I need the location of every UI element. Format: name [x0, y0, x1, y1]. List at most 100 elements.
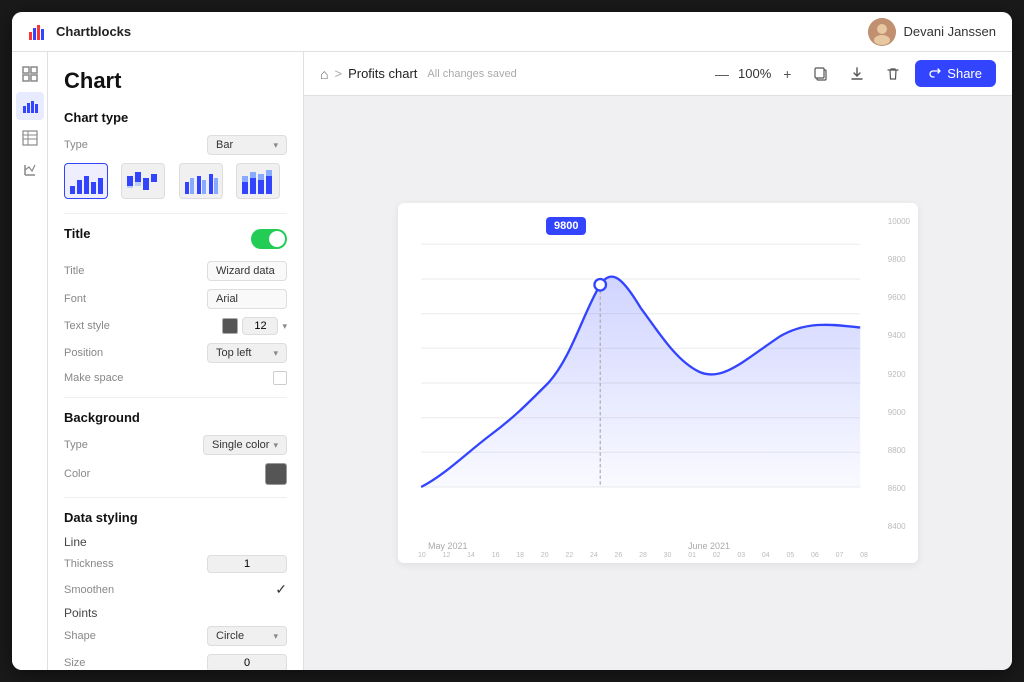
- chart-canvas: 9800 10000 9800 9600 9400 9200 9000 8800…: [398, 203, 918, 563]
- zoom-out-button[interactable]: —: [710, 62, 734, 86]
- y-label-9200: 9200: [888, 370, 910, 379]
- type-field-label: Type: [64, 139, 88, 151]
- month-may-label: May 2021: [428, 541, 468, 551]
- app-name: Chartblocks: [56, 24, 131, 39]
- x-label-05: 05: [786, 552, 794, 559]
- shape-dropdown[interactable]: Circle ▾: [207, 626, 287, 646]
- x-label-03: 03: [737, 552, 745, 559]
- x-label-24: 24: [590, 552, 598, 559]
- background-section-label: Background: [64, 410, 287, 425]
- sidebar: Chart Chart type Type Bar ▾: [48, 52, 304, 670]
- x-label-16: 16: [492, 552, 500, 559]
- smoothen-check[interactable]: ✓: [275, 581, 287, 598]
- x-label-26: 26: [615, 552, 623, 559]
- y-label-9600: 9600: [888, 293, 910, 302]
- table-icon[interactable]: [16, 124, 44, 152]
- grid-icon[interactable]: [16, 60, 44, 88]
- y-label-8600: 8600: [888, 484, 910, 493]
- make-space-checkbox[interactable]: [273, 371, 287, 385]
- type-dropdown[interactable]: Bar ▾: [207, 135, 287, 155]
- share-button[interactable]: Share: [915, 60, 996, 87]
- y-axis: 10000 9800 9600 9400 9200 9000 8800 8600…: [888, 217, 910, 531]
- size-input[interactable]: [207, 654, 287, 670]
- chart-thumb-bar[interactable]: [64, 163, 108, 199]
- title-input[interactable]: [207, 261, 287, 281]
- text-color-swatch[interactable]: [222, 318, 238, 334]
- copy-button[interactable]: [807, 60, 835, 88]
- title-field-label: Title: [64, 265, 84, 277]
- chart-thumb-grouped[interactable]: [179, 163, 223, 199]
- make-space-label: Make space: [64, 372, 123, 384]
- delete-button[interactable]: [879, 60, 907, 88]
- x-label-01: 01: [688, 552, 696, 559]
- chart-type-label: Chart type: [64, 110, 287, 125]
- bg-type-row: Type Single color ▾: [64, 435, 287, 455]
- bg-type-dropdown[interactable]: Single color ▾: [203, 435, 287, 455]
- avatar: [868, 18, 896, 46]
- app-logo: [28, 22, 48, 42]
- chart-thumb-waterfall[interactable]: [121, 163, 165, 199]
- smoothen-label: Smoothen: [64, 584, 114, 596]
- home-icon[interactable]: ⌂: [320, 66, 328, 82]
- download-button[interactable]: [843, 60, 871, 88]
- smoothen-row: Smoothen ✓: [64, 581, 287, 598]
- chart-type-grid: [64, 163, 287, 199]
- x-label-14: 14: [467, 552, 475, 559]
- x-label-28: 28: [639, 552, 647, 559]
- zoom-level: 100%: [738, 66, 771, 81]
- breadcrumb-current: Profits chart: [348, 66, 417, 81]
- font-input[interactable]: [207, 289, 287, 309]
- font-label: Font: [64, 293, 86, 305]
- font-row: Font: [64, 289, 287, 309]
- shape-chevron-icon: ▾: [273, 631, 278, 642]
- title-section-row: Title: [64, 226, 287, 251]
- tooltip-box: 9800: [546, 217, 586, 235]
- icon-rail: [12, 52, 48, 670]
- saved-status: All changes saved: [427, 68, 516, 80]
- x-label-06: 06: [811, 552, 819, 559]
- points-label: Points: [64, 606, 287, 620]
- zoom-in-button[interactable]: +: [775, 62, 799, 86]
- topbar-right: — 100% + Share: [710, 60, 996, 88]
- breadcrumb-separator: >: [334, 66, 342, 81]
- breadcrumb: ⌂ > Profits chart All changes saved: [320, 66, 517, 82]
- position-chevron-icon: ▾: [273, 348, 278, 359]
- bg-type-chevron-icon: ▾: [273, 440, 278, 451]
- titlebar: Chartblocks Devani Janssen: [12, 12, 1012, 52]
- color-swatch[interactable]: [265, 463, 287, 485]
- titlebar-left: Chartblocks: [28, 22, 131, 42]
- font-size-chevron: ▾: [282, 321, 287, 332]
- x-label-30: 30: [664, 552, 672, 559]
- thickness-input[interactable]: [207, 555, 287, 573]
- y-label-9000: 9000: [888, 408, 910, 417]
- main-layout: Chart Chart type Type Bar ▾: [12, 52, 1012, 670]
- axis-icon[interactable]: [16, 156, 44, 184]
- bg-type-label: Type: [64, 439, 88, 451]
- y-label-10000: 10000: [888, 217, 910, 226]
- make-space-row: Make space: [64, 371, 287, 385]
- line-label: Line: [64, 535, 287, 549]
- chart-icon[interactable]: [16, 92, 44, 120]
- size-label: Size: [64, 657, 85, 669]
- font-size-input[interactable]: [242, 317, 278, 335]
- thickness-row: Thickness: [64, 555, 287, 573]
- shape-row: Shape Circle ▾: [64, 626, 287, 646]
- title-toggle[interactable]: [251, 229, 287, 249]
- position-dropdown[interactable]: Top left ▾: [207, 343, 287, 363]
- x-label-20: 20: [541, 552, 549, 559]
- thickness-label: Thickness: [64, 558, 114, 570]
- color-row: Color: [64, 463, 287, 485]
- x-label-07: 07: [836, 552, 844, 559]
- x-axis: 10 12 14 16 18 20 22 24 26 28 30 01 02 0…: [418, 552, 868, 559]
- x-label-10: 10: [418, 552, 426, 559]
- type-row: Type Bar ▾: [64, 135, 287, 155]
- x-label-08: 08: [860, 552, 868, 559]
- text-style-label: Text style: [64, 320, 110, 332]
- shape-label: Shape: [64, 630, 96, 642]
- title-section-label: Title: [64, 226, 91, 241]
- y-label-9400: 9400: [888, 331, 910, 340]
- right-panel: ⌂ > Profits chart All changes saved — 10…: [304, 52, 1012, 670]
- chart-thumb-stacked[interactable]: [236, 163, 280, 199]
- app-window: Chartblocks Devani Janssen: [12, 12, 1012, 670]
- y-label-8800: 8800: [888, 446, 910, 455]
